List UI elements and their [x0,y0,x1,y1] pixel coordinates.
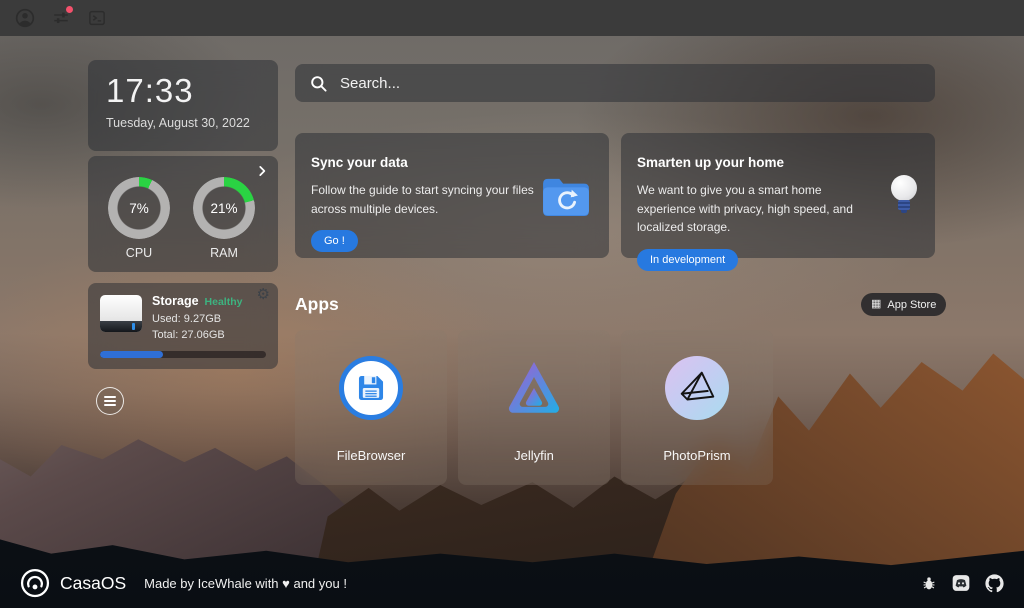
in-development-button[interactable]: In development [637,249,738,271]
discord-icon[interactable] [951,573,971,593]
app-label: PhotoPrism [621,448,773,463]
jellyfin-icon [502,356,566,420]
clock-widget: 17:33 Tuesday, August 30, 2022 [88,60,278,151]
cpu-gauge: 7% [108,177,170,239]
settings-sliders-icon[interactable] [50,7,72,29]
footer-tagline: Made by IceWhale with ♥ and you ! [144,576,347,591]
app-label: FileBrowser [295,448,447,463]
app-tile-photoprism[interactable]: PhotoPrism [621,330,773,485]
menu-button[interactable] [96,387,124,415]
app-label: Jellyfin [458,448,610,463]
brand-name: CasaOS [60,573,126,594]
app-store-button[interactable]: ▦ App Store [861,293,946,316]
storage-title: Storage [152,294,199,308]
card-body: We want to give you a smart home experie… [637,181,869,237]
github-icon[interactable] [985,574,1004,593]
card-title: Sync your data [311,155,593,170]
apps-grid-icon: ▦ [871,299,881,310]
apps-section-title: Apps [295,294,339,315]
app-store-label: App Store [887,299,936,311]
storage-status-badge: Healthy [205,296,243,308]
system-stats-widget: 7% 21% CPU RAM [88,156,278,272]
photoprism-icon [665,356,729,420]
cpu-gauge-value: 7% [108,177,170,239]
storage-drive-icon [100,295,142,332]
go-button[interactable]: Go ! [311,230,358,252]
gear-icon[interactable]: ⚙ [257,287,270,302]
card-body: Follow the guide to start syncing your f… [311,181,543,218]
search-icon [309,74,328,93]
sync-folder-icon [541,175,591,222]
top-bar [0,0,1024,36]
card-title: Smarten up your home [637,155,919,170]
clock-date: Tuesday, August 30, 2022 [106,116,260,130]
casaos-logo [20,568,50,598]
terminal-icon[interactable] [86,7,108,29]
bug-icon[interactable] [921,575,937,591]
storage-widget: Storage Healthy Used: 9.27GB Total: 27.0… [88,283,278,369]
notification-dot [66,6,73,13]
casaos-brand: CasaOS [20,568,126,598]
ram-gauge-value: 21% [193,177,255,239]
storage-used: Used: 9.27GB [152,313,221,325]
search-input[interactable]: Search... [295,64,935,102]
ram-gauge-label: RAM [193,246,255,260]
search-placeholder: Search... [340,75,400,92]
user-icon[interactable] [14,7,36,29]
storage-progress-fill [100,351,163,358]
storage-progress-bar [100,351,266,358]
smart-home-card: Smarten up your home We want to give you… [621,133,935,258]
filebrowser-icon [339,356,403,420]
menu-icon [104,400,116,402]
cpu-gauge-label: CPU [108,246,170,260]
chevron-right-icon[interactable] [255,164,269,178]
app-tile-jellyfin[interactable]: Jellyfin [458,330,610,485]
storage-total: Total: 27.06GB [152,329,225,341]
sync-data-card: Sync your data Follow the guide to start… [295,133,609,258]
lightbulb-icon [891,175,917,217]
clock-time: 17:33 [106,72,260,110]
app-tile-filebrowser[interactable]: FileBrowser [295,330,447,485]
ram-gauge: 21% [193,177,255,239]
footer: CasaOS Made by IceWhale with ♥ and you ! [0,558,1024,608]
